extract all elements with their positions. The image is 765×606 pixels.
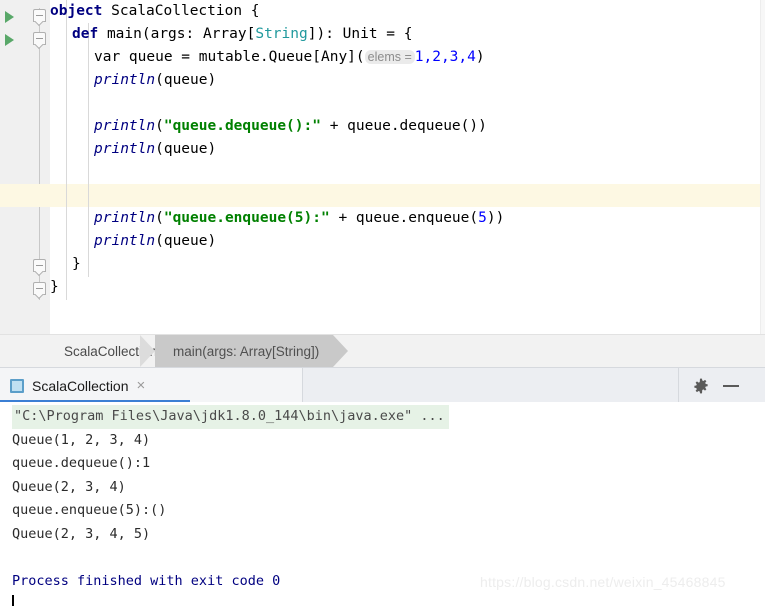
code-token: println [94, 210, 156, 226]
console-command-line: "C:\Program Files\Java\jdk1.8.0_144\bin\… [12, 405, 449, 429]
console-line: Queue(1, 2, 3, 4) [12, 431, 151, 448]
fold-line [39, 8, 40, 300]
code-line[interactable]: } [50, 253, 765, 276]
run-tool-window: ScalaCollection × "C:\Program Files\Java… [0, 367, 765, 606]
code-line[interactable]: var queue = mutable.Queue[Any](elems = 1,… [50, 46, 765, 69]
code-line[interactable]: } [50, 276, 765, 299]
editor-scrollbar[interactable] [760, 0, 765, 334]
console-line: queue.enqueue(5):() [12, 502, 167, 518]
code-token: 5 [478, 210, 487, 226]
editor-text-area[interactable]: object ScalaCollection {def main(args: A… [0, 0, 765, 334]
code-line[interactable]: println(queue) [50, 138, 765, 161]
console-caret [12, 595, 14, 606]
code-token: (queue) [155, 233, 217, 249]
gear-icon[interactable] [693, 378, 709, 394]
ide-window: object ScalaCollection {def main(args: A… [0, 0, 765, 606]
code-token: { [242, 3, 260, 19]
code-token: 1,2,3,4 [414, 49, 476, 65]
run-tab-scalacollection[interactable]: ScalaCollection × [0, 368, 303, 403]
editor-fold-strip[interactable] [26, 0, 50, 334]
code-token: + queue.enqueue( [329, 210, 479, 226]
code-token: main(args: Array[ [106, 26, 256, 42]
console-command-row: "C:\Program Files\Java\jdk1.8.0_144\bin\… [0, 405, 765, 429]
code-token: ]): Unit = { [307, 26, 413, 42]
fold-marker-object-end-tip [33, 294, 46, 301]
code-line[interactable]: object ScalaCollection { [50, 0, 765, 23]
code-token: + queue.dequeue()) [320, 118, 487, 134]
code-token: object [50, 3, 103, 19]
console-line: Queue(2, 3, 4) [12, 478, 126, 495]
code-token: (queue) [155, 72, 217, 88]
code-token: println [94, 141, 156, 157]
breadcrumb[interactable]: ScalaCollection main(args: Array[String]… [0, 334, 765, 368]
breadcrumb-separator-icon [140, 335, 155, 367]
breadcrumb-label: main(args: Array[String]) [173, 344, 320, 359]
editor-gutter[interactable] [0, 0, 26, 334]
run-configuration-icon [10, 378, 24, 393]
code-token: ScalaCollection [111, 3, 243, 19]
code-token: queue = mutable.Queue[Any]( [120, 49, 365, 65]
code-token: println [94, 118, 156, 134]
code-token: ) [475, 49, 485, 65]
run-icon[interactable] [5, 34, 14, 46]
code-token: ( [155, 118, 164, 134]
code-token: println [94, 233, 156, 249]
code-token: String [255, 26, 308, 42]
watermark: https://blog.csdn.net/weixin_45468845 [480, 574, 726, 590]
code-line[interactable]: println("queue.dequeue():" + queue.deque… [50, 115, 765, 138]
console-lines: Queue(1, 2, 3, 4) queue.dequeue():1 Queue(… [0, 429, 765, 594]
code-token: ( [155, 210, 164, 226]
code-line[interactable] [50, 161, 765, 184]
run-tab-label: ScalaCollection [32, 377, 129, 394]
console-line: Queue(2, 3, 4, 5) [12, 525, 151, 542]
run-tab-bar[interactable]: ScalaCollection × [0, 367, 765, 403]
run-icon[interactable] [5, 11, 14, 23]
fold-marker-object-tip [33, 21, 46, 28]
code-token: } [50, 279, 59, 295]
fold-marker-method-tip [33, 44, 46, 51]
run-tab-toolbar[interactable] [678, 368, 765, 403]
code-line[interactable]: println(queue) [50, 69, 765, 92]
code-line[interactable]: println("queue.enqueue(5):" + queue.enqu… [50, 207, 765, 230]
code-editor[interactable]: object ScalaCollection {def main(args: A… [0, 0, 765, 334]
code-token: (queue) [155, 141, 217, 157]
parameter-hint: elems = [364, 50, 415, 64]
code-token: "queue.enqueue(5):" [163, 210, 330, 226]
code-token: var [94, 49, 121, 65]
code-line[interactable] [50, 92, 765, 115]
fold-marker-method-end-tip [33, 271, 46, 278]
code-line[interactable] [50, 184, 765, 207]
code-line[interactable]: def main(args: Array[String]): Unit = { [50, 23, 765, 46]
code-token: )) [486, 210, 505, 226]
code-token: } [72, 256, 81, 272]
minimize-icon[interactable] [723, 384, 739, 387]
code-token: println [94, 72, 156, 88]
console-line: queue.dequeue():1 [12, 455, 151, 471]
code-lines[interactable]: object ScalaCollection {def main(args: A… [50, 0, 765, 299]
code-token: def [72, 26, 99, 42]
code-line[interactable]: println(queue) [50, 230, 765, 253]
code-token: "queue.dequeue():" [163, 118, 321, 134]
breadcrumb-item-method[interactable]: main(args: Array[String]) [155, 335, 349, 368]
close-icon[interactable]: × [137, 378, 146, 393]
